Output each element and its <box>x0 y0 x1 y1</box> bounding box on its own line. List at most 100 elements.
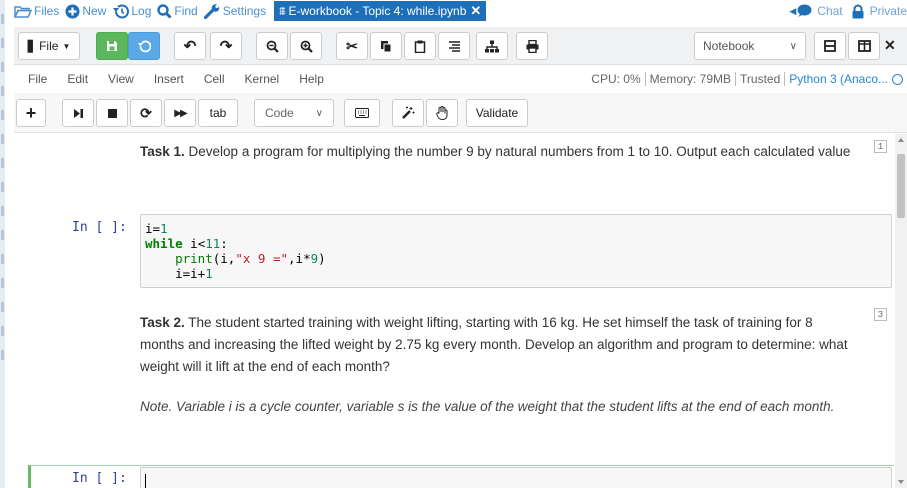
tab-notebook-file[interactable]: ⩩ E-workbook - Topic 4: while.ipynb ✕ <box>274 1 487 21</box>
file-doc-icon: ▋ <box>27 40 37 53</box>
tab-button[interactable]: tab <box>198 99 238 127</box>
align-icon <box>448 40 460 52</box>
caret-left-icon: ◀ <box>789 5 797 16</box>
lock-icon <box>852 4 864 18</box>
code-line-2: while i<11: <box>145 236 228 251</box>
copy-icon <box>381 40 392 52</box>
kernel-name[interactable]: Python 3 (Anaco... <box>789 72 888 86</box>
cell-type-value: Code <box>265 106 294 120</box>
text-cursor <box>145 474 146 488</box>
close-frame-icon[interactable]: ✕ <box>884 37 896 54</box>
code-line-1: i=1 <box>145 221 168 236</box>
restart-button[interactable]: ⟳ <box>130 99 162 127</box>
kernel-status: CPU: 0% Memory: 79MB Trusted Python 3 (A… <box>591 66 903 92</box>
cell-toolbar: + ⟳ ▶▶ tab Code ∨ Validate <box>14 93 907 133</box>
private-button[interactable]: Private <box>851 4 907 19</box>
redo-icon: ↷ <box>219 38 233 55</box>
kernel-idle-icon <box>892 73 903 85</box>
paste-button[interactable] <box>404 32 436 60</box>
scroll-down-icon[interactable] <box>898 480 904 484</box>
main-toolbar: ▋ File ▼ ↶ ↷ ✂ Notebook ∨ ✕ <box>14 27 907 65</box>
scroll-up-icon[interactable] <box>898 138 904 142</box>
keyboard-icon <box>355 108 369 118</box>
clipboard-icon <box>414 40 426 53</box>
input-prompt-cell2: In [ ]: <box>72 220 127 235</box>
run-cell-button[interactable] <box>62 99 94 127</box>
chat-label: Chat <box>817 4 843 18</box>
fast-forward-icon: ▶▶ <box>174 107 187 119</box>
plus-circle-icon <box>65 4 80 18</box>
magic-button[interactable] <box>392 99 424 127</box>
markdown-cell-task1[interactable]: Task 1. Develop a program for multiplyin… <box>140 141 860 163</box>
insert-cell-button[interactable]: + <box>16 99 46 127</box>
new-link[interactable]: New <box>65 4 106 19</box>
cell-type-select[interactable]: Code ∨ <box>254 99 334 127</box>
files-label: Files <box>34 4 60 18</box>
magic-wand-icon <box>402 106 415 119</box>
notebook-tab-icon: ⩩ <box>279 3 286 18</box>
close-tab-icon[interactable]: ✕ <box>470 3 481 19</box>
log-label: Log <box>131 4 152 18</box>
cell-number-3: 3 <box>874 308 887 321</box>
validate-button[interactable]: Validate <box>466 99 528 127</box>
menu-cell[interactable]: Cell <box>204 72 225 86</box>
scrollbar-thumb[interactable] <box>897 154 905 218</box>
hand-icon <box>436 106 448 120</box>
run-all-button[interactable]: ▶▶ <box>164 99 196 127</box>
memory-usage: Memory: 79MB <box>649 72 732 86</box>
menu-view[interactable]: View <box>108 72 134 86</box>
chat-button[interactable]: ◀ Chat <box>789 4 842 18</box>
timetravel-button[interactable] <box>128 32 160 60</box>
split-horizontal-icon <box>824 40 836 52</box>
print-button[interactable] <box>516 32 548 60</box>
keyboard-shortcuts-button[interactable] <box>344 99 380 127</box>
code-cell-empty-editor[interactable] <box>140 467 892 488</box>
zoom-out-icon <box>266 40 279 53</box>
notebook-scrollbar[interactable] <box>895 134 907 488</box>
notebook-menu-bar: File Edit View Insert Cell Kernel Help C… <box>14 66 907 92</box>
split-vertical-button[interactable] <box>848 32 880 60</box>
zoom-in-button[interactable] <box>290 32 322 60</box>
menu-help[interactable]: Help <box>299 72 324 86</box>
zoom-out-button[interactable] <box>256 32 288 60</box>
tab-label: tab <box>209 106 227 120</box>
chevron-down-icon: ∨ <box>315 107 323 119</box>
file-menu-button[interactable]: ▋ File ▼ <box>18 32 80 60</box>
menu-edit[interactable]: Edit <box>67 72 88 86</box>
sitemap-button[interactable] <box>476 32 508 60</box>
trusted-status[interactable]: Trusted <box>740 72 780 86</box>
private-label: Private <box>869 4 907 18</box>
menu-kernel[interactable]: Kernel <box>245 72 280 86</box>
copy-button[interactable] <box>370 32 402 60</box>
code-line-3: print(i,"x 9 =",i*9) <box>175 251 326 266</box>
code-line-4: i=i+1 <box>145 266 213 281</box>
plus-icon: + <box>25 102 37 123</box>
markdown-cell-task2[interactable]: Task 2. The student started training wit… <box>140 312 860 378</box>
hand-button[interactable] <box>426 99 458 127</box>
save-button[interactable] <box>96 32 128 60</box>
menu-file[interactable]: File <box>28 72 47 86</box>
cut-button[interactable]: ✂ <box>336 32 368 60</box>
split-horizontal-button[interactable] <box>814 32 846 60</box>
format-button[interactable] <box>438 32 470 60</box>
find-link[interactable]: Find <box>157 3 198 19</box>
settings-link[interactable]: Settings <box>203 3 266 19</box>
log-link[interactable]: Log <box>112 3 152 19</box>
redo-button[interactable]: ↷ <box>210 32 242 60</box>
stop-button[interactable] <box>96 99 128 127</box>
tab-notebook-title: E-workbook - Topic 4: while.ipynb <box>288 4 467 18</box>
find-label: Find <box>174 4 198 18</box>
wrench-icon <box>203 3 220 19</box>
zoom-in-icon <box>300 40 313 53</box>
undo-button[interactable]: ↶ <box>174 32 206 60</box>
task2-label: Task 2. <box>140 315 185 330</box>
menu-insert[interactable]: Insert <box>154 72 184 86</box>
file-menu-label: File <box>39 39 59 53</box>
code-cell-editor[interactable]: i=1 while i<11: print(i,"x 9 =",i*9) i=i+… <box>140 214 892 288</box>
undo-icon: ↶ <box>183 38 197 55</box>
notebook-select[interactable]: Notebook ∨ <box>694 32 806 60</box>
notebook-cells: Task 1. Develop a program for multiplyin… <box>14 134 894 488</box>
history-icon <box>113 3 130 18</box>
files-link[interactable]: Files <box>14 4 59 18</box>
task1-text: Develop a program for multiplying the nu… <box>184 144 851 159</box>
